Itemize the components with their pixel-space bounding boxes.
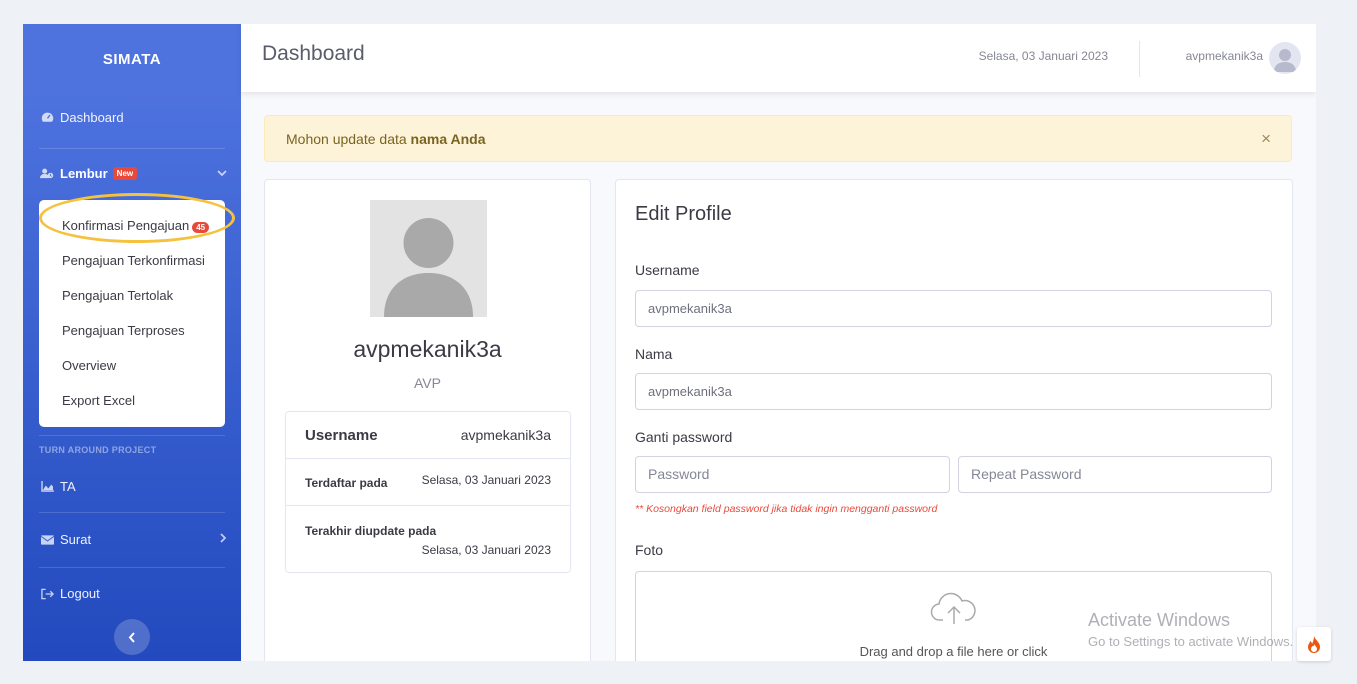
chart-area-icon [40,480,54,494]
fire-icon [1308,636,1320,653]
chevron-down-icon [217,168,227,180]
users-icon [40,167,54,181]
password-input[interactable] [635,456,950,493]
sidebar-divider [39,512,225,513]
alert-text: Mohon update data [286,131,411,147]
current-date: Selasa, 03 Januari 2023 [978,49,1108,63]
watermark-title: Activate Windows [1088,610,1231,630]
submenu-item-konfirmasi-pengajuan[interactable]: Konfirmasi Pengajuan 45 [62,218,210,233]
submenu-item-export-excel[interactable]: Export Excel [62,393,135,408]
info-row-registered: Terdaftar pada Selasa, 03 Januari 2023 [286,458,570,506]
chevron-right-icon [220,533,227,546]
dashboard-icon [40,111,54,125]
chevron-left-icon [128,631,135,643]
submenu-item-overview[interactable]: Overview [62,358,116,373]
info-value: Selasa, 03 Januari 2023 [421,473,551,487]
profile-info-list: Username avpmekanik3a Terdaftar pada Sel… [285,411,571,573]
new-badge: New [112,167,138,180]
sidebar-item-label: TA [60,479,76,494]
watermark-subtitle: Go to Settings to activate Windows. [1088,634,1294,649]
nama-label: Nama [635,346,673,362]
user-avatar-icon [1274,49,1296,72]
update-alert: Mohon update data nama Anda × [264,115,1292,162]
nama-input[interactable] [635,373,1272,410]
app-frame: SIMATA Dashboard Lembur New Konfirmasi P… [23,24,1316,661]
sidebar-item-surat[interactable]: Surat [23,532,241,547]
close-icon[interactable]: × [1261,129,1271,149]
sidebar-item-label: Dashboard [60,110,124,125]
sidebar-divider [39,435,225,436]
envelope-icon [40,533,54,547]
info-label: Username [305,427,378,444]
password-label: Ganti password [635,429,733,445]
info-value: avpmekanik3a [460,427,551,443]
sidebar-item-dashboard[interactable]: Dashboard [23,110,241,125]
submenu-item-pengajuan-terproses[interactable]: Pengajuan Terproses [62,323,185,338]
profile-card: avpmekanik3a AVP Username avpmekanik3a T… [264,179,591,661]
sidebar-item-label: Lembur [60,166,108,181]
topbar: Dashboard Selasa, 03 Januari 2023 avpmek… [241,24,1316,92]
repeat-password-input[interactable] [958,456,1272,493]
sidebar-item-logout[interactable]: Logout [23,586,241,601]
sidebar-divider [39,148,225,149]
username-input[interactable] [635,290,1272,327]
profile-picture [370,200,487,317]
page-title: Dashboard [262,42,365,65]
info-row-updated: Terakhir diupdate pada Selasa, 03 Januar… [286,506,570,572]
info-row-username: Username avpmekanik3a [286,412,570,459]
count-badge: 45 [192,222,210,233]
profile-name: avpmekanik3a [353,336,502,362]
avatar[interactable] [1269,42,1301,74]
info-label: Terakhir diupdate pada [305,524,437,538]
submenu-item-pengajuan-terkonfirmasi[interactable]: Pengajuan Terkonfirmasi [62,253,205,268]
sidebar-item-label: Surat [60,532,92,547]
sidebar-item-ta[interactable]: TA [23,479,241,494]
sidebar: SIMATA Dashboard Lembur New Konfirmasi P… [23,24,241,661]
sidebar-toggle-button[interactable] [114,619,150,655]
brand-logo[interactable]: SIMATA [23,24,241,94]
edit-profile-title: Edit Profile [635,203,732,225]
alert-bold-text: nama Anda [410,131,486,147]
profile-role: AVP [414,375,441,391]
lembur-submenu: Konfirmasi Pengajuan 45 Pengajuan Terkonf… [39,200,225,427]
info-label: Terdaftar pada [305,476,388,490]
topbar-divider [1139,41,1140,77]
sidebar-heading: TURN AROUND PROJECT [39,445,157,455]
submenu-item-label: Konfirmasi Pengajuan [62,218,190,233]
username-label: Username [635,262,700,278]
alert-message: Mohon update data nama Anda [286,131,486,147]
info-value: Selasa, 03 Januari 2023 [421,543,551,557]
fire-icon-button[interactable] [1297,627,1331,661]
foto-label: Foto [635,542,664,558]
sidebar-divider [39,567,225,568]
submenu-item-pengajuan-tertolak[interactable]: Pengajuan Tertolak [62,288,173,303]
user-menu-name[interactable]: avpmekanik3a [1186,49,1263,63]
sign-out-icon [40,587,54,601]
password-hint: ** Kosongkan field password jika tidak i… [635,503,938,515]
sidebar-item-lembur[interactable]: Lembur New [23,166,241,181]
cloud-upload-icon [930,592,976,624]
sidebar-item-label: Logout [60,586,100,601]
windows-activation-watermark: Activate Windows Go to Settings to activ… [1088,610,1293,649]
edit-profile-card: Edit Profile Username Nama Ganti passwor… [615,179,1293,661]
user-silhouette-icon [384,218,473,317]
